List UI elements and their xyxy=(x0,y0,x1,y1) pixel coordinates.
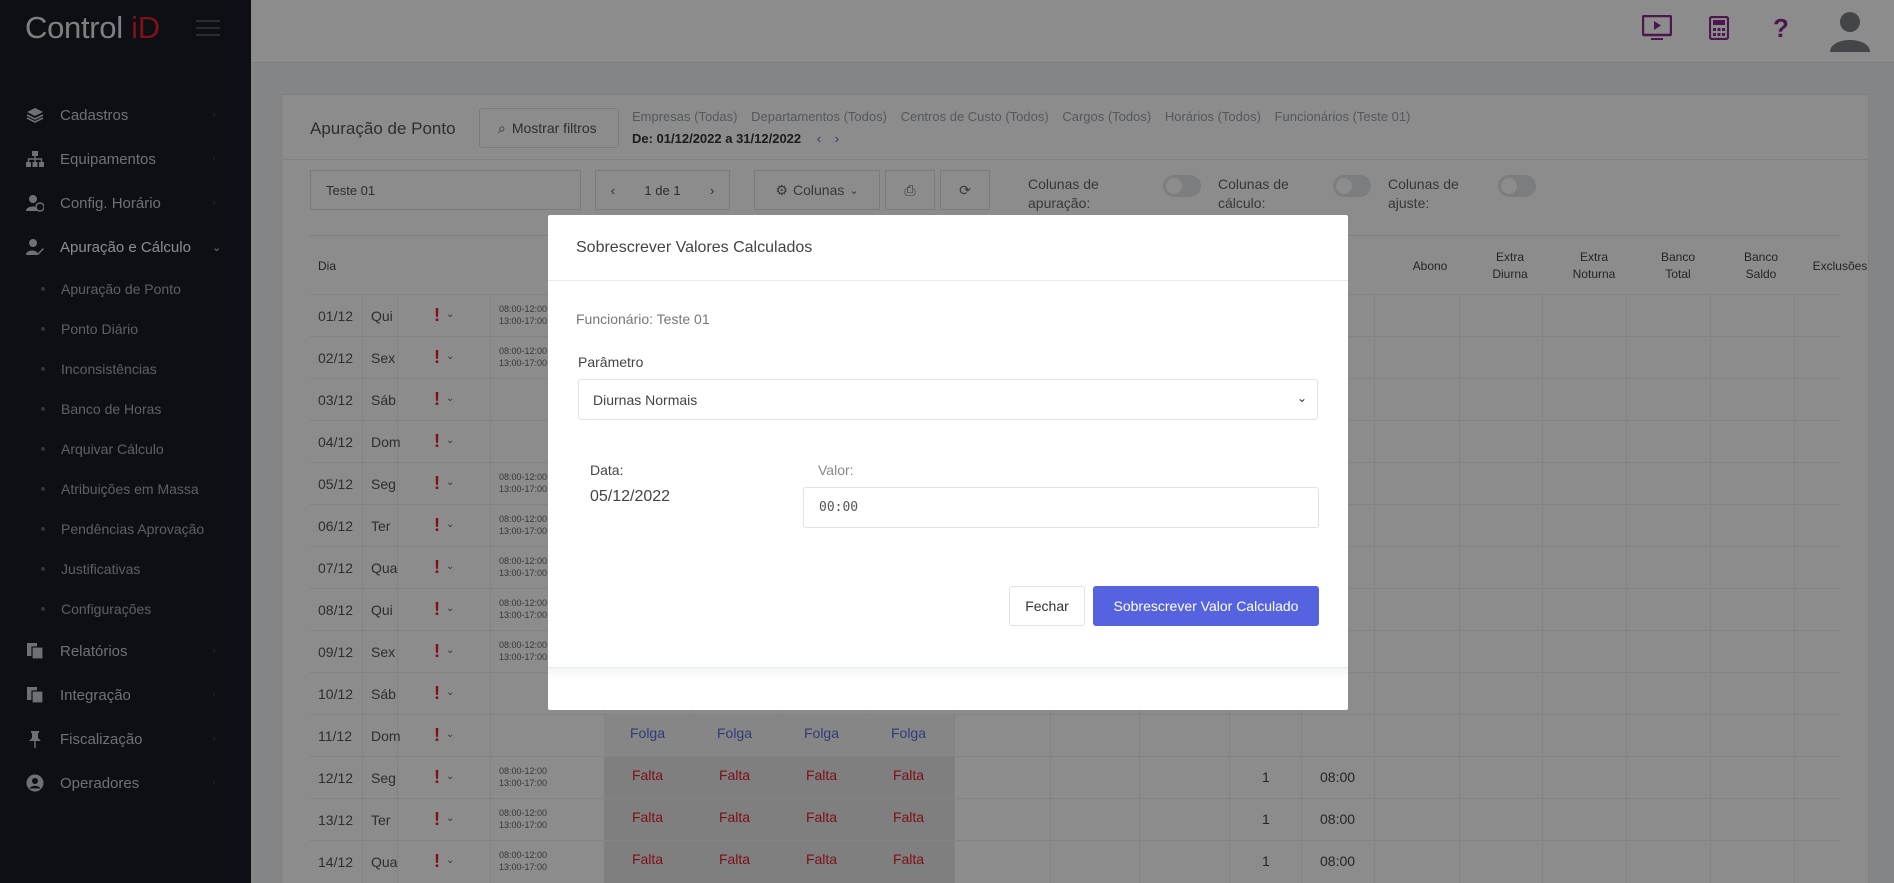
overwrite-values-modal: Sobrescrever Valores Calculados Funcioná… xyxy=(548,215,1348,710)
chevron-down-icon: ⌄ xyxy=(1296,391,1307,405)
parameter-value: Diurnas Normais xyxy=(593,391,698,408)
value-input[interactable]: 00:00 xyxy=(803,487,1319,528)
date-label: Data: xyxy=(590,462,624,478)
modal-header: Sobrescrever Valores Calculados xyxy=(548,215,1348,281)
modal-footer xyxy=(548,668,1348,680)
modal-title: Sobrescrever Valores Calculados xyxy=(576,239,813,256)
parameter-label: Parâmetro xyxy=(578,354,644,370)
close-button[interactable]: Fechar xyxy=(1009,586,1085,626)
value-label: Valor: xyxy=(818,462,854,478)
parameter-select[interactable]: Diurnas Normais ⌄ xyxy=(578,379,1318,420)
modal-employee: Funcionário: Teste 01 xyxy=(576,311,710,327)
overwrite-value-button[interactable]: Sobrescrever Valor Calculado xyxy=(1093,586,1319,626)
date-value: 05/12/2022 xyxy=(590,488,671,505)
